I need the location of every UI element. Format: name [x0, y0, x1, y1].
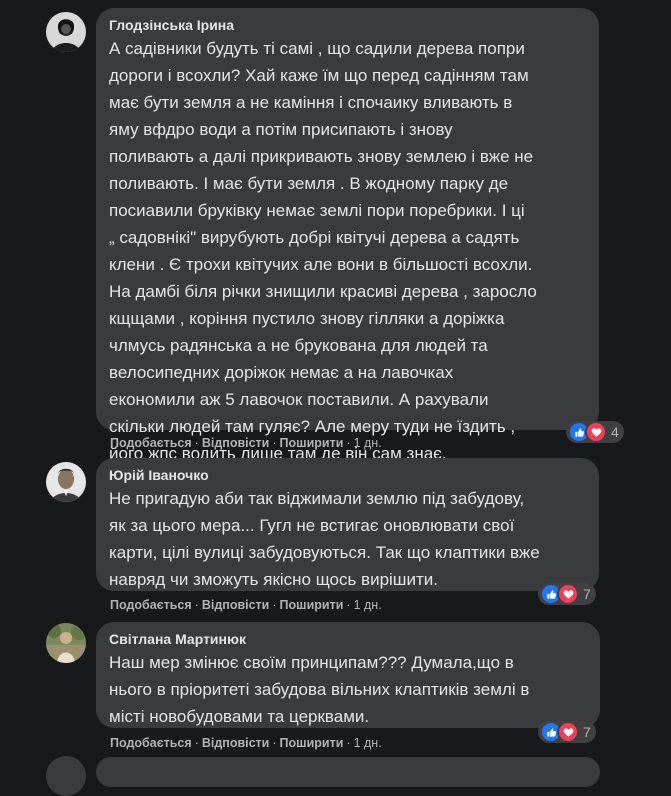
- like-button[interactable]: Подобається: [110, 598, 192, 612]
- comment-author[interactable]: Світлана Мартинюк: [109, 630, 588, 648]
- reply-button[interactable]: Відповісти: [202, 436, 270, 450]
- avatar[interactable]: [46, 462, 86, 502]
- love-icon: [585, 421, 607, 443]
- separator: ·: [194, 436, 199, 450]
- avatar[interactable]: [46, 12, 86, 52]
- comment-author[interactable]: Глодзінська Ірина: [109, 16, 587, 34]
- reaction-count: 7: [583, 586, 591, 602]
- comment-actions: Подобається · Відповісти · Поширити · 1 дн.: [110, 435, 382, 451]
- separator: ·: [346, 736, 351, 750]
- avatar[interactable]: [46, 623, 86, 663]
- comment-text: Не пригадую аби так віджимали землю під …: [109, 489, 540, 589]
- comment-timestamp[interactable]: 1 дн.: [354, 598, 382, 612]
- avatar[interactable]: [46, 756, 86, 796]
- comment-bubble: Світлана Мартинюк Наш мер змінює своїм п…: [96, 622, 600, 728]
- avatar-photo-icon: [46, 12, 86, 52]
- separator: ·: [272, 598, 277, 612]
- share-button[interactable]: Поширити: [280, 736, 344, 750]
- avatar-photo-icon: [46, 623, 86, 663]
- comment-actions: Подобається · Відповісти · Поширити · 1 дн.: [110, 735, 382, 751]
- share-button[interactable]: Поширити: [280, 598, 344, 612]
- separator: ·: [346, 436, 351, 450]
- love-icon: [557, 721, 579, 743]
- reactions-summary[interactable]: 4: [566, 421, 624, 443]
- separator: ·: [194, 598, 199, 612]
- separator: ·: [194, 736, 199, 750]
- comment-author[interactable]: Юрій Іваночко: [109, 466, 587, 484]
- comment-text: А садівники будуть ті самі , що садили д…: [109, 39, 537, 463]
- separator: ·: [272, 436, 277, 450]
- like-button[interactable]: Подобається: [110, 436, 192, 450]
- comment-timestamp[interactable]: 1 дн.: [354, 436, 382, 450]
- comment-text: Наш мер змінює своїм принципам??? Думала…: [109, 653, 530, 726]
- reaction-count: 7: [583, 724, 591, 740]
- separator: ·: [346, 598, 351, 612]
- comment-timestamp[interactable]: 1 дн.: [354, 736, 382, 750]
- like-button[interactable]: Подобається: [110, 736, 192, 750]
- comment-bubble: Глодзінська Ірина А садівники будуть ті …: [96, 8, 599, 463]
- comment-actions: Подобається · Відповісти · Поширити · 1 дн.: [110, 597, 382, 613]
- reactions-summary[interactable]: 7: [538, 583, 596, 605]
- reply-button[interactable]: Відповісти: [202, 598, 270, 612]
- reaction-count: 4: [611, 424, 619, 440]
- separator: ·: [272, 736, 277, 750]
- reply-button[interactable]: Відповісти: [202, 736, 270, 750]
- avatar-photo-icon: [46, 462, 86, 502]
- reactions-summary[interactable]: 7: [538, 721, 596, 743]
- comment-bubble: Юрій Іваночко Не пригадую аби так віджим…: [96, 458, 599, 591]
- share-button[interactable]: Поширити: [280, 436, 344, 450]
- love-icon: [557, 583, 579, 605]
